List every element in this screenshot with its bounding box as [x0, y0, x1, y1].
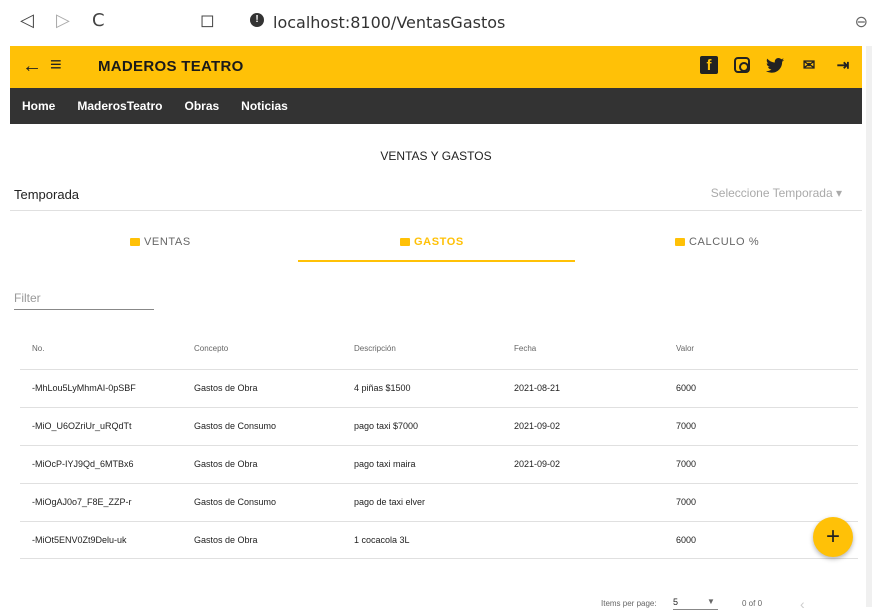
site-info-icon[interactable]: !	[250, 13, 264, 27]
table-row[interactable]: -MiOgAJ0o7_F8E_ZZP-r Gastos de Consumo p…	[20, 483, 858, 521]
column-header[interactable]: Concepto	[194, 344, 228, 353]
page-size-select[interactable]: 5 ▼	[673, 597, 718, 610]
ventas-icon	[130, 238, 140, 246]
table-row[interactable]: -MiOcP-IYJ9Qd_6MTBx6 Gastos de Obra pago…	[20, 445, 858, 483]
cell-concepto: Gastos de Obra	[194, 535, 258, 545]
cell-no: -MiOcP-IYJ9Qd_6MTBx6	[32, 459, 134, 469]
address-bar[interactable]: localhost:8100/VentasGastos	[273, 13, 505, 32]
cell-concepto: Gastos de Consumo	[194, 421, 277, 431]
back-icon[interactable]: ◁	[20, 12, 34, 30]
social-icons: f ✉ ⇥	[700, 56, 852, 74]
paginator: Items per page: 5 ▼ 0 of 0 ‹	[10, 596, 862, 616]
cell-valor: 6000	[676, 383, 697, 393]
cell-no: -MiO_U6OZriUr_uRQdTt	[32, 421, 132, 431]
cell-concepto: Gastos de Obra	[194, 459, 258, 469]
cell-descripcion: 4 piñas $1500	[354, 383, 411, 393]
mail-icon[interactable]: ✉	[800, 56, 818, 74]
page-scrollbar[interactable]	[866, 46, 872, 607]
table-header: No. Concepto Descripción Fecha Valor	[20, 329, 858, 369]
cell-valor: 7000	[676, 459, 697, 469]
nav-home[interactable]: Home	[22, 99, 55, 113]
twitter-icon[interactable]	[766, 56, 784, 74]
table-row[interactable]: -MiO_U6OZriUr_uRQdTt Gastos de Consumo p…	[20, 407, 858, 445]
back-arrow-icon[interactable]: ←	[22, 55, 42, 78]
gastos-icon	[400, 238, 410, 246]
cell-fecha: 2021-09-02	[514, 459, 561, 469]
filter-underline	[14, 309, 154, 310]
browser-toolbar: ◁ ▷ C ◻ ! localhost:8100/VentasGastos ⊖	[0, 0, 872, 44]
main-nav: Home MaderosTeatro Obras Noticias	[10, 88, 862, 124]
tab-ventas[interactable]: VENTAS	[130, 236, 191, 248]
add-button[interactable]: +	[813, 517, 853, 557]
previous-page-icon[interactable]: ‹	[800, 596, 805, 612]
forward-icon[interactable]: ▷	[56, 12, 70, 30]
reload-icon[interactable]: C	[92, 12, 105, 30]
cell-valor: 7000	[676, 497, 697, 507]
logout-icon[interactable]: ⇥	[834, 56, 852, 74]
cell-no: -MiOt5ENV0Zt9Delu-uk	[32, 535, 127, 545]
bookmark-icon[interactable]: ◻	[200, 12, 215, 30]
tab-gastos[interactable]: GASTOS	[400, 236, 464, 248]
page-size-value: 5	[673, 597, 679, 607]
tab-calculo[interactable]: CALCULO %	[675, 236, 759, 248]
cell-concepto: Gastos de Consumo	[194, 497, 277, 507]
facebook-icon[interactable]: f	[700, 56, 718, 74]
cell-descripcion: pago taxi maira	[354, 459, 416, 469]
active-tab-indicator	[298, 260, 575, 262]
cell-fecha: 2021-08-21	[514, 383, 561, 393]
cell-concepto: Gastos de Obra	[194, 383, 258, 393]
column-header[interactable]: Fecha	[514, 344, 536, 353]
cell-descripcion: pago taxi $7000	[354, 421, 419, 431]
page-title: VENTAS Y GASTOS	[380, 149, 492, 163]
cell-valor: 6000	[676, 535, 697, 545]
cell-descripcion: pago de taxi elver	[354, 497, 426, 507]
app-title: MADEROS TEATRO	[98, 58, 244, 75]
divider	[10, 210, 862, 211]
cell-valor: 7000	[676, 421, 697, 431]
tab-ventas-label: VENTAS	[144, 236, 191, 248]
cell-no: -MhLou5LyMhmAI-0pSBF	[32, 383, 136, 393]
instagram-icon[interactable]	[734, 57, 750, 73]
nav-obras[interactable]: Obras	[184, 99, 219, 113]
zoom-icon[interactable]: ⊖	[855, 12, 868, 32]
chevron-down-icon: ▼	[707, 597, 715, 606]
column-header[interactable]: Descripción	[354, 344, 396, 353]
tab-gastos-label: GASTOS	[414, 236, 464, 248]
column-header[interactable]: Valor	[676, 344, 694, 353]
nav-noticias[interactable]: Noticias	[241, 99, 288, 113]
main-content: VENTAS Y GASTOS Temporada Seleccione Tem…	[10, 124, 862, 612]
cell-descripcion: 1 cocacola 3L	[354, 535, 410, 545]
cell-fecha: 2021-09-02	[514, 421, 561, 431]
app-header: ← ≡ MADEROS TEATRO f ✉ ⇥	[10, 46, 862, 88]
table-row[interactable]: -MiOt5ENV0Zt9Delu-uk Gastos de Obra 1 co…	[20, 521, 858, 559]
tab-calculo-label: CALCULO %	[689, 236, 760, 248]
temporada-label: Temporada	[14, 187, 80, 202]
column-header[interactable]: No.	[32, 344, 44, 353]
table-row[interactable]: -MhLou5LyMhmAI-0pSBF Gastos de Obra 4 pi…	[20, 369, 858, 407]
temporada-select[interactable]: Seleccione Temporada ▾	[711, 186, 842, 200]
cell-no: -MiOgAJ0o7_F8E_ZZP-r	[32, 497, 132, 507]
nav-maderosteatro[interactable]: MaderosTeatro	[77, 99, 162, 113]
gastos-table: No. Concepto Descripción Fecha Valor -Mh…	[20, 329, 858, 559]
filter-input[interactable]: Filter	[14, 291, 41, 305]
calculo-icon	[675, 238, 685, 246]
menu-icon[interactable]: ≡	[50, 54, 62, 77]
